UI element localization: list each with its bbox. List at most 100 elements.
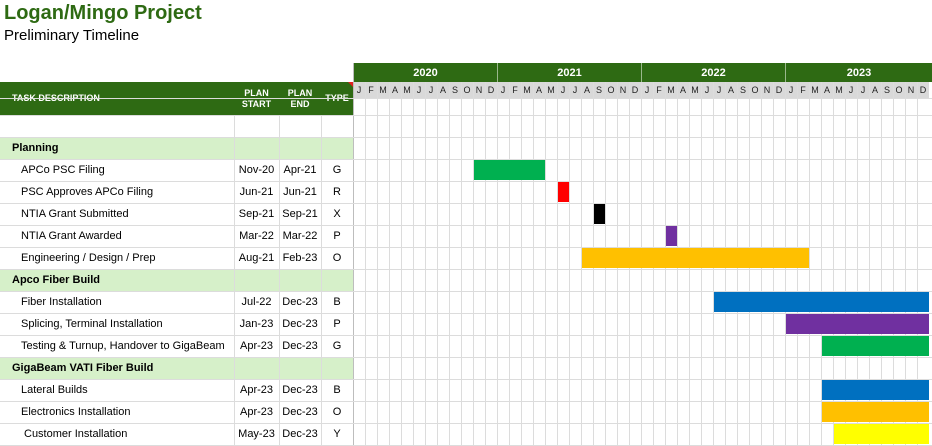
- month-header: J: [557, 82, 569, 98]
- month-header: S: [593, 82, 605, 98]
- plan-end[interactable]: Dec-23: [279, 291, 321, 313]
- month-header: M: [545, 82, 557, 98]
- task-type[interactable]: G: [321, 159, 353, 181]
- grid-line: [0, 357, 932, 358]
- plan-start[interactable]: Jun-21: [234, 181, 279, 203]
- plan-start[interactable]: Mar-22: [234, 225, 279, 247]
- month-header: N: [473, 82, 485, 98]
- month-header: O: [749, 82, 761, 98]
- plan-end[interactable]: Dec-23: [279, 379, 321, 401]
- grid-line: [279, 115, 280, 445]
- plan-start[interactable]: Apr-23: [234, 335, 279, 357]
- task-type[interactable]: G: [321, 335, 353, 357]
- gantt-bar[interactable]: [834, 424, 929, 444]
- task-description[interactable]: Electronics Installation: [0, 401, 234, 423]
- month-header: M: [833, 82, 845, 98]
- month-header: A: [725, 82, 737, 98]
- month-header: J: [353, 82, 365, 98]
- month-header: J: [857, 82, 869, 98]
- month-header: N: [617, 82, 629, 98]
- gantt-bar[interactable]: [594, 204, 605, 224]
- month-header: A: [677, 82, 689, 98]
- gantt-bar[interactable]: [786, 314, 929, 334]
- month-header: M: [521, 82, 533, 98]
- year-header-2021: 2021: [497, 63, 641, 82]
- plan-start[interactable]: Sep-21: [234, 203, 279, 225]
- plan-end[interactable]: Sep-21: [279, 203, 321, 225]
- plan-end[interactable]: Feb-23: [279, 247, 321, 269]
- year-header-2023: 2023: [785, 63, 932, 82]
- plan-start[interactable]: Jan-23: [234, 313, 279, 335]
- task-description[interactable]: APCo PSC Filing: [0, 159, 234, 181]
- task-description[interactable]: Lateral Builds: [0, 379, 234, 401]
- year-header-2022: 2022: [641, 63, 785, 82]
- task-type[interactable]: O: [321, 247, 353, 269]
- task-type[interactable]: B: [321, 291, 353, 313]
- grid-line: [0, 203, 932, 204]
- month-header: A: [533, 82, 545, 98]
- task-type[interactable]: B: [321, 379, 353, 401]
- gantt-bar[interactable]: [822, 380, 929, 400]
- month-header: O: [605, 82, 617, 98]
- plan-end[interactable]: Apr-21: [279, 159, 321, 181]
- task-description[interactable]: NTIA Grant Awarded: [0, 225, 234, 247]
- plan-end[interactable]: Dec-23: [279, 335, 321, 357]
- gantt-bar[interactable]: [666, 226, 677, 246]
- task-description[interactable]: NTIA Grant Submitted: [0, 203, 234, 225]
- gantt-bar[interactable]: [582, 248, 809, 268]
- plan-start[interactable]: Apr-23: [234, 401, 279, 423]
- task-type[interactable]: X: [321, 203, 353, 225]
- month-header: O: [461, 82, 473, 98]
- month-header: J: [413, 82, 425, 98]
- plan-start[interactable]: Apr-23: [234, 379, 279, 401]
- month-header: A: [821, 82, 833, 98]
- gantt-bar[interactable]: [558, 182, 569, 202]
- task-type[interactable]: O: [321, 401, 353, 423]
- month-header: N: [905, 82, 917, 98]
- section-header: GigaBeam VATI Fiber Build: [0, 357, 353, 379]
- task-type[interactable]: R: [321, 181, 353, 203]
- gantt-sheet: TASK DESCRIPTION PLAN START PLAN END TYPE 20…: [0, 0, 932, 446]
- task-type[interactable]: P: [321, 225, 353, 247]
- grid-line: [0, 335, 932, 336]
- month-header: M: [377, 82, 389, 98]
- plan-end[interactable]: Dec-23: [279, 401, 321, 423]
- task-description[interactable]: Fiber Installation: [0, 291, 234, 313]
- gantt-bar[interactable]: [822, 336, 929, 356]
- month-header: O: [893, 82, 905, 98]
- month-header: M: [665, 82, 677, 98]
- month-header: A: [389, 82, 401, 98]
- grid-line: [0, 115, 932, 116]
- gantt-bar[interactable]: [714, 292, 929, 312]
- month-header: A: [869, 82, 881, 98]
- month-header: S: [449, 82, 461, 98]
- month-header: S: [881, 82, 893, 98]
- month-header: M: [689, 82, 701, 98]
- task-description[interactable]: Engineering / Design / Prep: [0, 247, 234, 269]
- plan-start[interactable]: Jul-22: [234, 291, 279, 313]
- task-description[interactable]: Testing & Turnup, Handover to GigaBeam: [0, 335, 234, 357]
- plan-end[interactable]: Jun-21: [279, 181, 321, 203]
- grid-line: [0, 379, 932, 380]
- plan-start[interactable]: Nov-20: [234, 159, 279, 181]
- grid-line: [0, 181, 932, 182]
- grid-line: [0, 137, 932, 138]
- plan-end[interactable]: Mar-22: [279, 225, 321, 247]
- month-header: D: [629, 82, 641, 98]
- gantt-bar[interactable]: [822, 402, 929, 422]
- task-description[interactable]: PSC Approves APCo Filing: [0, 181, 234, 203]
- year-header-2020: 2020: [353, 63, 497, 82]
- month-header: S: [737, 82, 749, 98]
- month-header: J: [641, 82, 653, 98]
- month-header: D: [773, 82, 785, 98]
- month-header: J: [785, 82, 797, 98]
- gantt-bar[interactable]: [474, 160, 545, 180]
- task-description[interactable]: Splicing, Terminal Installation: [0, 313, 234, 335]
- task-type[interactable]: P: [321, 313, 353, 335]
- plan-start[interactable]: Aug-21: [234, 247, 279, 269]
- plan-end[interactable]: Dec-23: [279, 313, 321, 335]
- month-header: M: [809, 82, 821, 98]
- month-header: N: [761, 82, 773, 98]
- month-header: J: [845, 82, 857, 98]
- grid-line: [0, 401, 932, 402]
